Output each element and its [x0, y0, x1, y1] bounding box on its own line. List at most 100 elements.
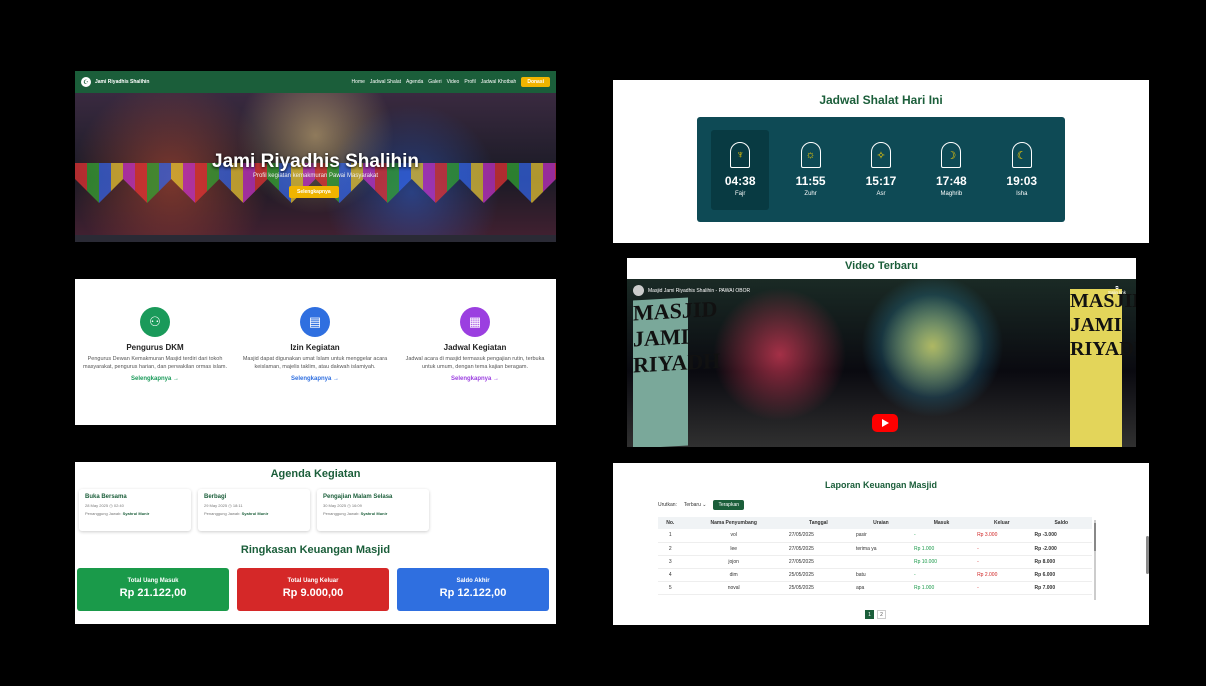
service-title: Izin Kegiatan — [290, 343, 340, 352]
card-label: Saldo Akhir — [456, 578, 490, 584]
column-header[interactable]: Saldo — [1030, 517, 1092, 529]
page-button-1[interactable]: 1 — [865, 610, 874, 619]
agenda-section: Agenda Kegiatan Buka Bersama 28 May 2025… — [75, 462, 556, 624]
cell-name: noval — [682, 581, 785, 595]
video-header: Masjid Jami Riyadhis Shalihin - PAWAI OB… — [633, 285, 750, 296]
prayer-asr: ✧ 15:17 Asr — [852, 130, 910, 210]
cell-income: Rp 1.000 — [909, 542, 974, 556]
cell-date: 27/05/2025 — [784, 542, 852, 556]
prayer-name: Zuhr — [804, 191, 817, 197]
nav-item-jadwal-shalat[interactable]: Jadwal Shalat — [370, 79, 401, 85]
donate-button[interactable]: Donasi — [521, 77, 550, 87]
column-header[interactable]: Nama Penyumbang — [682, 517, 785, 529]
agenda-card-title: Pengajian Malam Selasa — [323, 494, 393, 500]
play-button-icon[interactable] — [872, 414, 898, 432]
finance-table: No. Nama Penyumbang Tanggal Uraian Masuk… — [658, 517, 1092, 595]
brand-name[interactable]: Jami Riyadhis Shalihin — [95, 79, 149, 85]
service-card-izin: ▤ Izin Kegiatan Masjid dapat digunakan u… — [235, 307, 395, 382]
card-value: Rp 21.122,00 — [119, 587, 187, 599]
service-desc: Jadwal acara di masjid termasuk pengajia… — [405, 356, 545, 370]
agenda-card-meta: 29 May 2025 ◷ 18:11 — [204, 503, 243, 508]
cell-no: 1 — [658, 529, 683, 543]
service-link[interactable]: Selengkapnya → — [75, 376, 235, 382]
nav-item-profil[interactable]: Profil — [464, 79, 475, 85]
banner-right: MASJID JAMI RIYADH — [1070, 289, 1136, 447]
prayer-schedule-section: Jadwal Shalat Hari Ini ♆ 04:38 Fajr ☼ 11… — [613, 80, 1149, 243]
video-section: Video Terbaru MASJID JAMI RIYADH MASJID … — [627, 258, 1136, 447]
people-icon: ⚇ — [140, 307, 170, 337]
agenda-card-pj: Penanggung Jawab: Syahrul Munir — [204, 511, 269, 516]
finance-report-section: Laporan Keuangan Masjid Urutkan: Terbaru… — [613, 463, 1149, 625]
column-header[interactable]: Tanggal — [784, 517, 852, 529]
service-card-pengurus: ⚇ Pengurus DKM Pengurus Dewan Kemakmuran… — [75, 307, 235, 382]
table-scrollbar-thumb[interactable] — [1094, 523, 1096, 551]
channel-avatar[interactable] — [633, 285, 644, 296]
cell-name: lee — [682, 542, 785, 556]
video-title[interactable]: Masjid Jami Riyadhis Shalihin - PAWAI OB… — [648, 288, 750, 294]
service-link[interactable]: Selengkapnya → — [235, 376, 395, 382]
cell-balance: Rp 7.000 — [1030, 581, 1092, 595]
agenda-card[interactable]: Pengajian Malam Selasa 30 May 2025 ◷ 16:… — [317, 489, 429, 531]
nav-menu: Home Jadwal Shalat Agenda Galeri Video P… — [352, 77, 550, 87]
sun-icon: ☼ — [800, 142, 821, 168]
hero-cta-button[interactable]: Selengkapnya — [289, 186, 339, 198]
agenda-card-pj: Penanggung Jawab: Syahrul Munir — [85, 511, 150, 516]
prayer-isha: ☾ 19:03 Isha — [993, 130, 1051, 210]
card-value: Rp 12.122,00 — [439, 587, 507, 599]
cell-income: - — [909, 568, 974, 582]
cell-date: 25/05/2025 — [784, 568, 852, 582]
nav-item-agenda[interactable]: Agenda — [406, 79, 423, 85]
nav-item-galeri[interactable]: Galeri — [428, 79, 441, 85]
cell-no: 2 — [658, 542, 683, 556]
card-label: Total Uang Masuk — [127, 578, 179, 584]
cell-expense: - — [973, 581, 1031, 595]
cell-balance: Rp 8.000 — [1030, 555, 1092, 569]
cell-expense: - — [973, 555, 1031, 569]
nav-item-home[interactable]: Home — [352, 79, 365, 85]
cell-income: Rp 10.000 — [909, 555, 974, 569]
card-label: Total Uang Keluar — [287, 578, 339, 584]
agenda-card[interactable]: Berbagi 29 May 2025 ◷ 18:11 Penanggung J… — [198, 489, 310, 531]
column-header[interactable]: Masuk — [909, 517, 974, 529]
prayer-zuhr: ☼ 11:55 Zuhr — [782, 130, 840, 210]
share-button[interactable]: ⧉ Salin link — [1108, 285, 1126, 295]
prayer-time: 19:03 — [1006, 174, 1038, 188]
prayer-name: Fajr — [735, 191, 746, 197]
sort-select[interactable]: Terbaru ⌄ — [681, 501, 710, 509]
column-header[interactable]: Uraian — [851, 517, 910, 529]
mosque-logo-icon: ☪ — [81, 77, 91, 87]
column-header[interactable]: Keluar — [973, 517, 1031, 529]
prayer-name: Asr — [876, 191, 886, 197]
column-header[interactable]: No. — [658, 517, 683, 529]
agenda-title: Agenda Kegiatan — [270, 468, 361, 480]
agenda-card-pj: Penanggung Jawab: Syahrul Munir — [323, 511, 388, 516]
cell-desc — [851, 555, 910, 569]
total-expense-card: Total Uang Keluar Rp 9.000,00 — [237, 568, 389, 611]
hero-background-image: Jami Riyadhis Shalihin Profil kegiatan k… — [75, 93, 556, 235]
hero-title: Jami Riyadhis Shalihin — [212, 151, 419, 172]
nav-item-video[interactable]: Video — [447, 79, 460, 85]
table-row: 3 jojon 27/05/2025 Rp 10.000 - Rp 8.000 — [658, 555, 1092, 569]
agenda-card[interactable]: Buka Bersama 28 May 2025 ◷ 02:40 Penangg… — [79, 489, 191, 531]
banner-left: MASJID JAMI RIYADH — [633, 296, 720, 447]
service-card-jadwal: ▦ Jadwal Kegiatan Jadwal acara di masjid… — [395, 307, 555, 382]
service-link[interactable]: Selengkapnya → — [395, 376, 555, 382]
pagination: 1 2 — [865, 610, 886, 619]
page-scrollbar[interactable] — [1146, 536, 1149, 574]
nav-item-jadwal-khotbah[interactable]: Jadwal Khotbah — [481, 79, 517, 85]
prayer-time: 15:17 — [865, 174, 897, 188]
sort-label: Urutkan: — [658, 502, 677, 508]
prayer-time: 11:55 — [795, 174, 826, 188]
page-button-2[interactable]: 2 — [877, 610, 886, 619]
table-row: 2 lee 27/05/2025 terima ya Rp 1.000 - Rp… — [658, 542, 1092, 556]
document-icon: ▤ — [300, 307, 330, 337]
apply-button[interactable]: Terapkan — [713, 500, 745, 510]
cell-income: Rp 1.000 — [909, 581, 974, 595]
card-value: Rp 9.000,00 — [282, 587, 344, 599]
prayer-schedule-title: Jadwal Shalat Hari Ini — [819, 93, 943, 107]
video-player[interactable]: MASJID JAMI RIYADH MASJID JAMI RIYADH Ma… — [627, 279, 1136, 447]
finance-summary-title: Ringkasan Keuangan Masjid — [240, 544, 391, 556]
agenda-card-title: Buka Bersama — [85, 494, 127, 500]
mosque-icon: ♆ — [730, 142, 751, 168]
chevron-down-icon: ⌄ — [702, 502, 707, 508]
